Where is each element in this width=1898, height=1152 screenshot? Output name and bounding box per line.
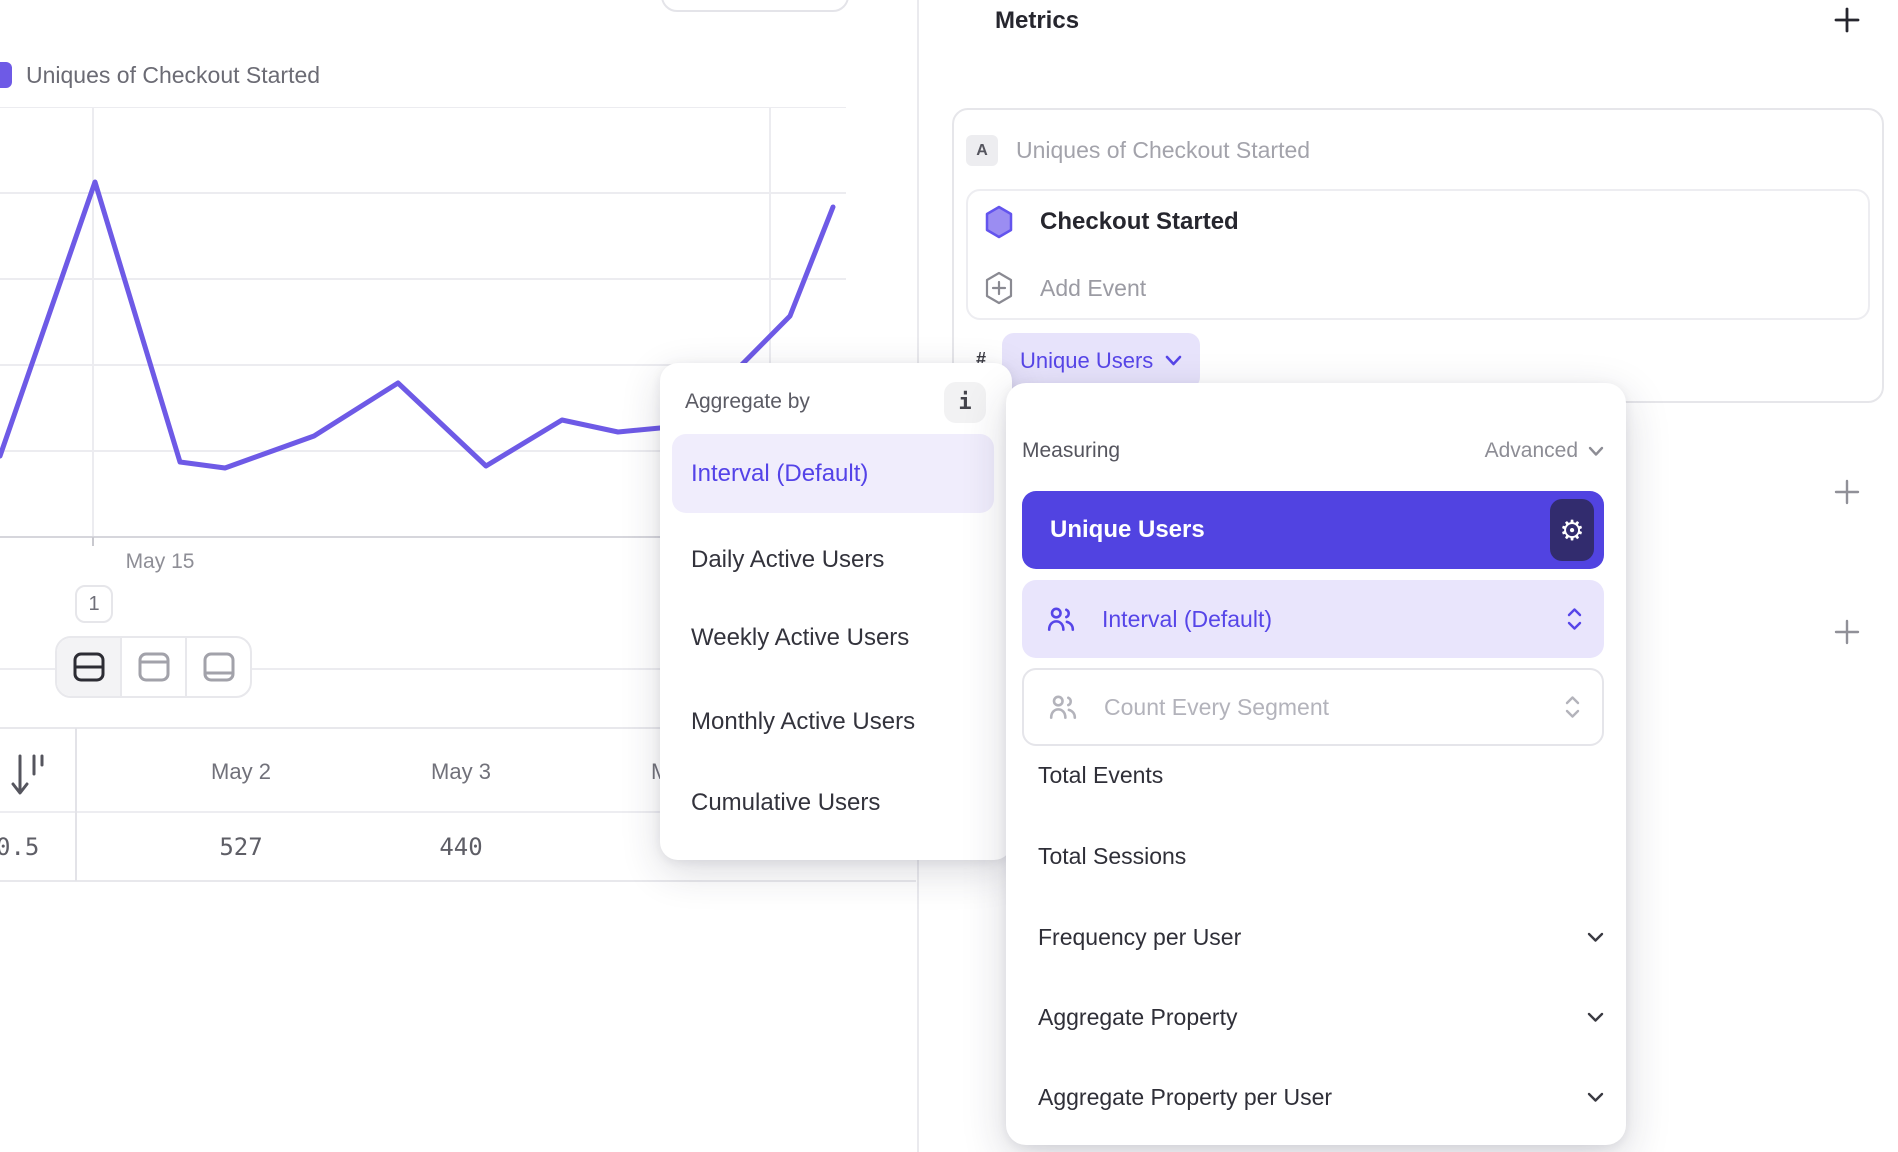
info-button[interactable]: i: [944, 382, 986, 423]
footer-bottom-icon: [201, 649, 237, 685]
measuring-option-frequency-per-user[interactable]: Frequency per User: [1038, 920, 1604, 954]
table-cell-may3: 440: [381, 832, 541, 862]
aggregate-option-weekly[interactable]: Weekly Active Users: [691, 621, 909, 655]
event-row-checkout-started[interactable]: Checkout Started: [984, 205, 1239, 239]
x-axis-tick-may15: May 15: [80, 550, 240, 574]
add-section-button-2[interactable]: [1833, 618, 1861, 646]
layout-footer-bottom-button[interactable]: [187, 638, 250, 696]
count-every-segment-label: Count Every Segment: [1104, 694, 1539, 721]
chart-legend[interactable]: Uniques of Checkout Started: [0, 60, 320, 90]
users-icon: [1046, 606, 1076, 632]
measuring-title: Measuring: [1022, 439, 1120, 463]
add-event-label: Add Event: [1040, 275, 1146, 302]
chevron-down-icon: [1165, 355, 1182, 367]
measuring-option-aggregate-property-per-user[interactable]: Aggregate Property per User: [1038, 1080, 1604, 1114]
updown-chevrons-icon: [1565, 695, 1580, 719]
metric-name-input[interactable]: Uniques of Checkout Started: [1016, 137, 1310, 164]
aggregate-property-per-user-label: Aggregate Property per User: [1038, 1084, 1332, 1111]
aggregate-option-daily[interactable]: Daily Active Users: [691, 543, 884, 577]
legend-swatch-icon: [0, 62, 12, 88]
settings-button[interactable]: ⚙: [1550, 499, 1594, 561]
measure-chip[interactable]: Unique Users: [1002, 333, 1200, 389]
table-header-may2[interactable]: May 2: [161, 752, 321, 792]
table-row-label: 0.5: [0, 832, 39, 862]
measuring-header: Measuring Advanced: [1022, 436, 1604, 466]
add-section-button-1[interactable]: [1833, 478, 1861, 506]
advanced-dropdown[interactable]: Advanced: [1485, 439, 1604, 463]
plus-icon: [1833, 6, 1861, 34]
table-column-divider: [75, 728, 77, 881]
aggregate-option-cumulative[interactable]: Cumulative Users: [691, 786, 880, 820]
measuring-option-total-sessions[interactable]: Total Sessions: [1038, 839, 1604, 873]
plus-icon: [1833, 618, 1861, 646]
frequency-per-user-label: Frequency per User: [1038, 924, 1241, 951]
measure-chip-label: Unique Users: [1020, 348, 1153, 374]
header-top-icon: [136, 649, 172, 685]
split-horizontal-icon: [71, 649, 107, 685]
aggregate-option-monthly[interactable]: Monthly Active Users: [691, 705, 915, 739]
gear-icon: ⚙: [1559, 514, 1584, 547]
info-icon: i: [958, 390, 971, 415]
layout-split-horizontal-button[interactable]: [57, 638, 122, 696]
table-cell-may2: 527: [161, 832, 321, 862]
add-event-hexagon-plus-icon: [984, 271, 1014, 305]
analytics-app: Uniques of Checkout Started May 15 May 2…: [0, 0, 1898, 1152]
layout-toggle-group: [55, 636, 252, 698]
chevron-down-icon: [1587, 932, 1604, 943]
toolbar-button-partial[interactable]: [661, 0, 849, 12]
advanced-label: Advanced: [1485, 439, 1578, 463]
total-sessions-label: Total Sessions: [1038, 843, 1186, 870]
chevron-down-icon: [1587, 1092, 1604, 1103]
users-icon: [1048, 694, 1078, 720]
metrics-panel-title: Metrics: [995, 7, 1079, 35]
measuring-option-total-events[interactable]: Total Events: [1038, 758, 1604, 792]
measuring-option-unique-users-selected[interactable]: Unique Users ⚙: [1022, 491, 1604, 569]
event-name: Checkout Started: [1040, 208, 1239, 236]
chevron-down-icon: [1587, 1012, 1604, 1023]
aggregate-property-label: Aggregate Property: [1038, 1004, 1237, 1031]
aggregate-selected-label: Interval (Default): [691, 460, 868, 488]
interval-selector-row[interactable]: Interval (Default): [1022, 580, 1604, 658]
metric-letter-badge: A: [966, 135, 998, 166]
table-header-may3[interactable]: May 3: [381, 752, 541, 792]
total-events-label: Total Events: [1038, 762, 1163, 789]
count-every-segment-row[interactable]: Count Every Segment: [1022, 668, 1604, 746]
legend-label: Uniques of Checkout Started: [26, 62, 320, 89]
updown-chevrons-icon: [1567, 607, 1582, 631]
sort-icon[interactable]: [10, 750, 46, 802]
aggregate-by-title: Aggregate by: [685, 390, 810, 414]
event-hexagon-icon: [984, 205, 1014, 239]
add-metric-button[interactable]: [1833, 6, 1861, 34]
measuring-option-aggregate-property[interactable]: Aggregate Property: [1038, 1000, 1604, 1034]
interval-label: Interval (Default): [1102, 606, 1541, 633]
unique-users-label: Unique Users: [1050, 516, 1550, 544]
add-event-button[interactable]: Add Event: [984, 271, 1146, 305]
page-number-badge[interactable]: 1: [75, 585, 113, 623]
plus-icon: [1833, 478, 1861, 506]
aggregate-option-interval-selected[interactable]: Interval (Default): [672, 434, 994, 513]
layout-header-top-button[interactable]: [122, 638, 187, 696]
chevron-down-icon: [1588, 446, 1604, 457]
table-border-bottom: [0, 880, 916, 882]
